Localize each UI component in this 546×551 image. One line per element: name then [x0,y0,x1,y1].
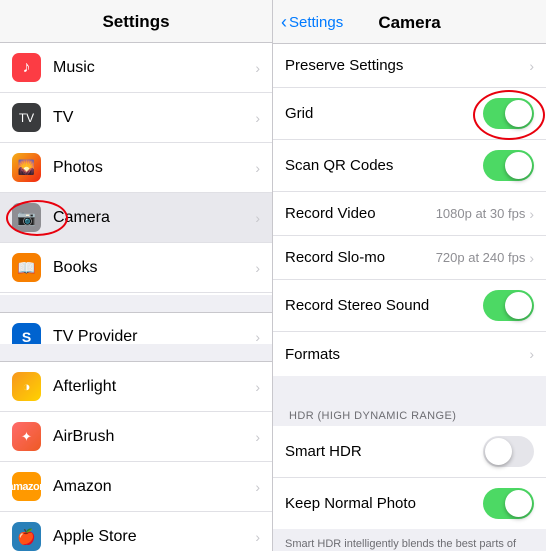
sidebar-item-airbrush[interactable]: ✦ AirBrush › [0,412,272,462]
chevron-icon: › [255,329,260,344]
sidebar-item-label: TV [53,109,251,127]
chevron-icon: › [255,429,260,445]
recordslomo-row[interactable]: Record Slo-mo 720p at 240 fps › [273,236,546,280]
scanqr-toggle[interactable] [483,150,534,181]
right-header: ‹ Settings Camera [273,0,546,44]
recordslomo-value: 720p at 240 fps [436,250,526,265]
photos-icon: 🌄 [12,153,41,182]
sidebar-item-label: AirBrush [53,428,251,446]
recordvideo-label: Record Video [285,205,436,222]
grid-toggle[interactable] [483,98,534,129]
formats-label: Formats [285,346,529,363]
main-section: Preserve Settings › Grid Scan QR Codes R… [273,44,546,376]
keepnormal-row[interactable]: Keep Normal Photo [273,478,546,529]
chevron-icon: › [529,206,534,222]
sidebar-item-podcasts[interactable]: 🎙 Podcasts › [0,293,272,295]
recordvideo-value: 1080p at 30 fps [436,206,526,221]
back-button[interactable]: ‹ Settings [281,12,343,33]
sidebar-item-label: Apple Store [53,528,251,546]
recordvideo-row[interactable]: Record Video 1080p at 30 fps › [273,192,546,236]
formats-row[interactable]: Formats › [273,332,546,376]
right-content: Preserve Settings › Grid Scan QR Codes R… [273,44,546,551]
chevron-icon: › [255,479,260,495]
keepnormal-toggle[interactable] [483,488,534,519]
grid-label: Grid [285,105,483,122]
hdr-section: Smart HDR Keep Normal Photo [273,426,546,529]
sidebar-item-label: Books [53,259,251,277]
chevron-icon: › [255,210,260,226]
camera-icon: 📷 [12,203,41,232]
afterlight-icon: ◑ [12,372,41,401]
recordstereo-toggle[interactable] [483,290,534,321]
scanqr-row[interactable]: Scan QR Codes [273,140,546,192]
chevron-icon: › [255,260,260,276]
left-panel: Settings ♪ Music › TV TV › 🌄 Photos › 📷 … [0,0,273,551]
back-label: Settings [289,14,343,31]
chevron-icon: › [255,110,260,126]
recordslomo-label: Record Slo-mo [285,249,436,266]
amazon-icon: amazon [12,472,41,501]
tvprovider-icon: S [12,323,41,344]
toggle-knob [505,152,532,179]
toggle-knob [505,292,532,319]
toggle-knob [505,100,532,127]
chevron-icon: › [255,529,260,545]
sidebar-item-amazon[interactable]: amazon Amazon › [0,462,272,512]
chevron-icon: › [529,250,534,266]
scanqr-label: Scan QR Codes [285,157,483,174]
sidebar-item-applestore[interactable]: 🍎 Apple Store › [0,512,272,551]
preserve-settings-label: Preserve Settings [285,57,529,74]
left-header: Settings [0,0,272,43]
list-divider-2 [0,344,272,362]
recordstereo-row[interactable]: Record Stereo Sound [273,280,546,332]
main-settings-list: ♪ Music › TV TV › 🌄 Photos › 📷 Camera › … [0,43,272,295]
chevron-icon: › [529,58,534,74]
chevron-icon: › [255,160,260,176]
smarthdr-row[interactable]: Smart HDR [273,426,546,478]
music-icon: ♪ [12,53,41,82]
sidebar-item-afterlight[interactable]: ◑ Afterlight › [0,362,272,412]
sidebar-item-label: Afterlight [53,378,251,396]
chevron-icon: › [529,346,534,362]
sidebar-item-photos[interactable]: 🌄 Photos › [0,143,272,193]
sidebar-item-label: Camera [53,209,251,227]
list-divider [0,295,272,313]
tv-provider-list: S TV Provider › [0,313,272,344]
toggle-knob [485,438,512,465]
tv-icon: TV [12,103,41,132]
books-icon: 📖 [12,253,41,282]
smarthdr-label: Smart HDR [285,443,483,460]
sidebar-item-music[interactable]: ♪ Music › [0,43,272,93]
sidebar-item-label: Amazon [53,478,251,496]
back-chevron-icon: ‹ [281,12,287,33]
airbrush-icon: ✦ [12,422,41,451]
sidebar-item-label: Photos [53,159,251,177]
toggle-knob [505,490,532,517]
smarthdr-toggle[interactable] [483,436,534,467]
grid-row[interactable]: Grid [273,88,546,140]
right-title: Camera [378,13,440,33]
sidebar-item-label: TV Provider [53,328,251,344]
sidebar-item-camera[interactable]: 📷 Camera › [0,193,272,243]
chevron-icon: › [255,379,260,395]
hdr-section-header: HDR (HIGH DYNAMIC RANGE) [273,404,546,426]
section-divider [273,376,546,404]
keepnormal-label: Keep Normal Photo [285,495,483,512]
sidebar-item-tvprovider[interactable]: S TV Provider › [0,313,272,344]
apps-list: ◑ Afterlight › ✦ AirBrush › amazon Amazo… [0,362,272,551]
preserve-settings-row[interactable]: Preserve Settings › [273,44,546,88]
chevron-icon: › [255,60,260,76]
right-panel: ‹ Settings Camera Preserve Settings › Gr… [273,0,546,551]
recordstereo-label: Record Stereo Sound [285,297,483,314]
sidebar-item-tv[interactable]: TV TV › [0,93,272,143]
sidebar-item-books[interactable]: 📖 Books › [0,243,272,293]
sidebar-item-label: Music [53,59,251,77]
hdr-description: Smart HDR intelligently blends the best … [273,529,546,551]
applestore-icon: 🍎 [12,522,41,551]
